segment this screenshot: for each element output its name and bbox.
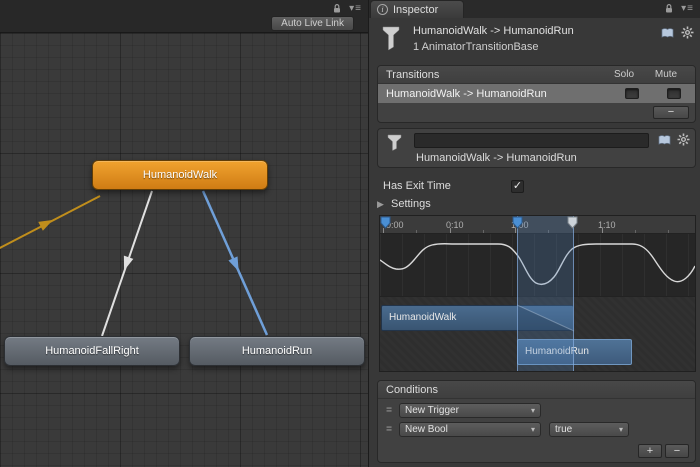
condition-parameter-dropdown[interactable]: New Trigger ▾	[399, 403, 541, 418]
add-condition-button[interactable]: +	[638, 444, 662, 458]
gear-icon[interactable]	[677, 133, 690, 146]
transitions-title: Transitions	[386, 69, 439, 81]
transition-arrow-walk-to-fallright[interactable]	[102, 191, 152, 336]
gear-icon[interactable]	[681, 26, 694, 39]
settings-foldout[interactable]: ▶ Settings	[377, 198, 431, 210]
preview-curve-area	[380, 234, 695, 296]
state-node-label: HumanoidRun	[242, 345, 312, 357]
condition-value: true	[555, 424, 572, 435]
transition-detail-label: HumanoidWalk -> HumanoidRun	[416, 152, 577, 164]
transition-arrow-walk-to-run[interactable]	[203, 191, 267, 335]
playhead-marker[interactable]	[381, 217, 390, 228]
transition-start-marker[interactable]	[513, 217, 522, 228]
solo-toggle[interactable]	[625, 88, 639, 99]
lock-icon[interactable]	[332, 3, 342, 14]
inspector-tabbar: i Inspector ▾≡	[369, 0, 700, 18]
chevron-down-icon: ▾	[531, 406, 535, 415]
clip-bar-humanoidrun[interactable]: HumanoidRun	[517, 339, 632, 365]
foldout-arrow-icon: ▶	[377, 199, 384, 209]
tab-label: Inspector	[393, 4, 438, 16]
conditions-title: Conditions	[386, 384, 438, 396]
timeline-ruler[interactable]: 0:00 0:10 1:00 1:10	[380, 216, 695, 234]
condition-parameter-value: New Bool	[405, 424, 448, 435]
check-icon: ✓	[513, 180, 522, 192]
inspector-header: HumanoidWalk -> HumanoidRun 1 AnimatorTr…	[375, 21, 696, 63]
clip-label: HumanoidRun	[525, 346, 589, 357]
transition-icon	[385, 133, 405, 151]
transition-arrow-incoming[interactable]	[0, 196, 100, 253]
state-node-label: HumanoidWalk	[143, 169, 217, 181]
state-node-label: HumanoidFallRight	[45, 345, 139, 357]
transitions-list-footer: −	[378, 103, 695, 122]
drag-handle-icon[interactable]: =	[384, 424, 394, 435]
mute-toggle[interactable]	[667, 88, 681, 99]
mute-column-header: Mute	[645, 69, 687, 80]
inspector-icon: i	[377, 4, 388, 15]
conditions-box: Conditions = New Trigger ▾ = New Bool ▾	[377, 380, 696, 463]
transition-row-selected[interactable]: HumanoidWalk -> HumanoidRun	[378, 84, 695, 103]
transition-timeline: 0:00 0:10 1:00 1:10	[379, 215, 696, 372]
transition-arrows	[0, 0, 369, 467]
chevron-down-icon: ▾	[531, 425, 535, 434]
drag-handle-icon[interactable]: =	[384, 405, 394, 416]
transitions-list: Transitions Solo Mute HumanoidWalk -> Hu…	[377, 65, 696, 123]
condition-parameter-value: New Trigger	[405, 405, 459, 416]
condition-row: = New Bool ▾ true ▾	[384, 421, 689, 438]
has-exit-time-checkbox[interactable]: ✓	[511, 180, 524, 193]
inspector-panel: i Inspector ▾≡ HumanoidWalk -> HumanoidR…	[369, 0, 700, 467]
help-book-icon[interactable]	[658, 134, 671, 146]
header-subtitle: 1 AnimatorTransitionBase	[413, 41, 539, 53]
state-node-humanoidfallright[interactable]: HumanoidFallRight	[4, 336, 180, 366]
remove-condition-button[interactable]: −	[665, 444, 689, 458]
unity-editor: HumanoidWalk HumanoidFallRight HumanoidR…	[0, 0, 700, 467]
clip-label: HumanoidWalk	[389, 312, 456, 323]
remove-transition-button[interactable]: −	[653, 106, 689, 119]
panel-menu-icon[interactable]: ▾≡	[681, 3, 694, 14]
auto-live-link-button[interactable]: Auto Live Link	[271, 16, 354, 31]
lock-icon[interactable]	[664, 3, 674, 14]
transition-detail: HumanoidWalk -> HumanoidRun	[377, 128, 696, 168]
panel-menu-icon[interactable]: ▾≡	[349, 3, 362, 14]
condition-value-dropdown[interactable]: true ▾	[549, 422, 629, 437]
chevron-down-icon: ▾	[619, 425, 623, 434]
transition-end-marker[interactable]	[568, 217, 577, 228]
conditions-header: Conditions	[378, 381, 695, 399]
transition-name-field[interactable]	[414, 133, 649, 148]
tab-inspector[interactable]: i Inspector	[370, 0, 464, 18]
condition-parameter-dropdown[interactable]: New Bool ▾	[399, 422, 541, 437]
solo-column-header: Solo	[603, 69, 645, 80]
settings-label: Settings	[391, 198, 431, 210]
transitions-list-header: Transitions Solo Mute	[378, 66, 695, 84]
help-book-icon[interactable]	[661, 27, 674, 39]
header-title: HumanoidWalk -> HumanoidRun	[413, 25, 574, 37]
transition-row-label: HumanoidWalk -> HumanoidRun	[386, 88, 547, 100]
animator-graph-panel[interactable]: HumanoidWalk HumanoidFallRight HumanoidR…	[0, 0, 369, 467]
transition-icon	[379, 23, 403, 53]
state-node-humanoidwalk[interactable]: HumanoidWalk	[92, 160, 268, 190]
clip-bar-humanoidwalk[interactable]: HumanoidWalk	[381, 305, 574, 331]
condition-row: = New Trigger ▾	[384, 402, 689, 419]
clip-track-area: HumanoidWalk HumanoidRun	[380, 296, 695, 371]
has-exit-time-row: Has Exit Time ✓	[383, 180, 692, 195]
animation-curve	[380, 234, 695, 296]
state-node-humanoidrun[interactable]: HumanoidRun	[189, 336, 365, 366]
conditions-footer: + −	[638, 444, 689, 458]
has-exit-time-label: Has Exit Time	[383, 180, 451, 192]
